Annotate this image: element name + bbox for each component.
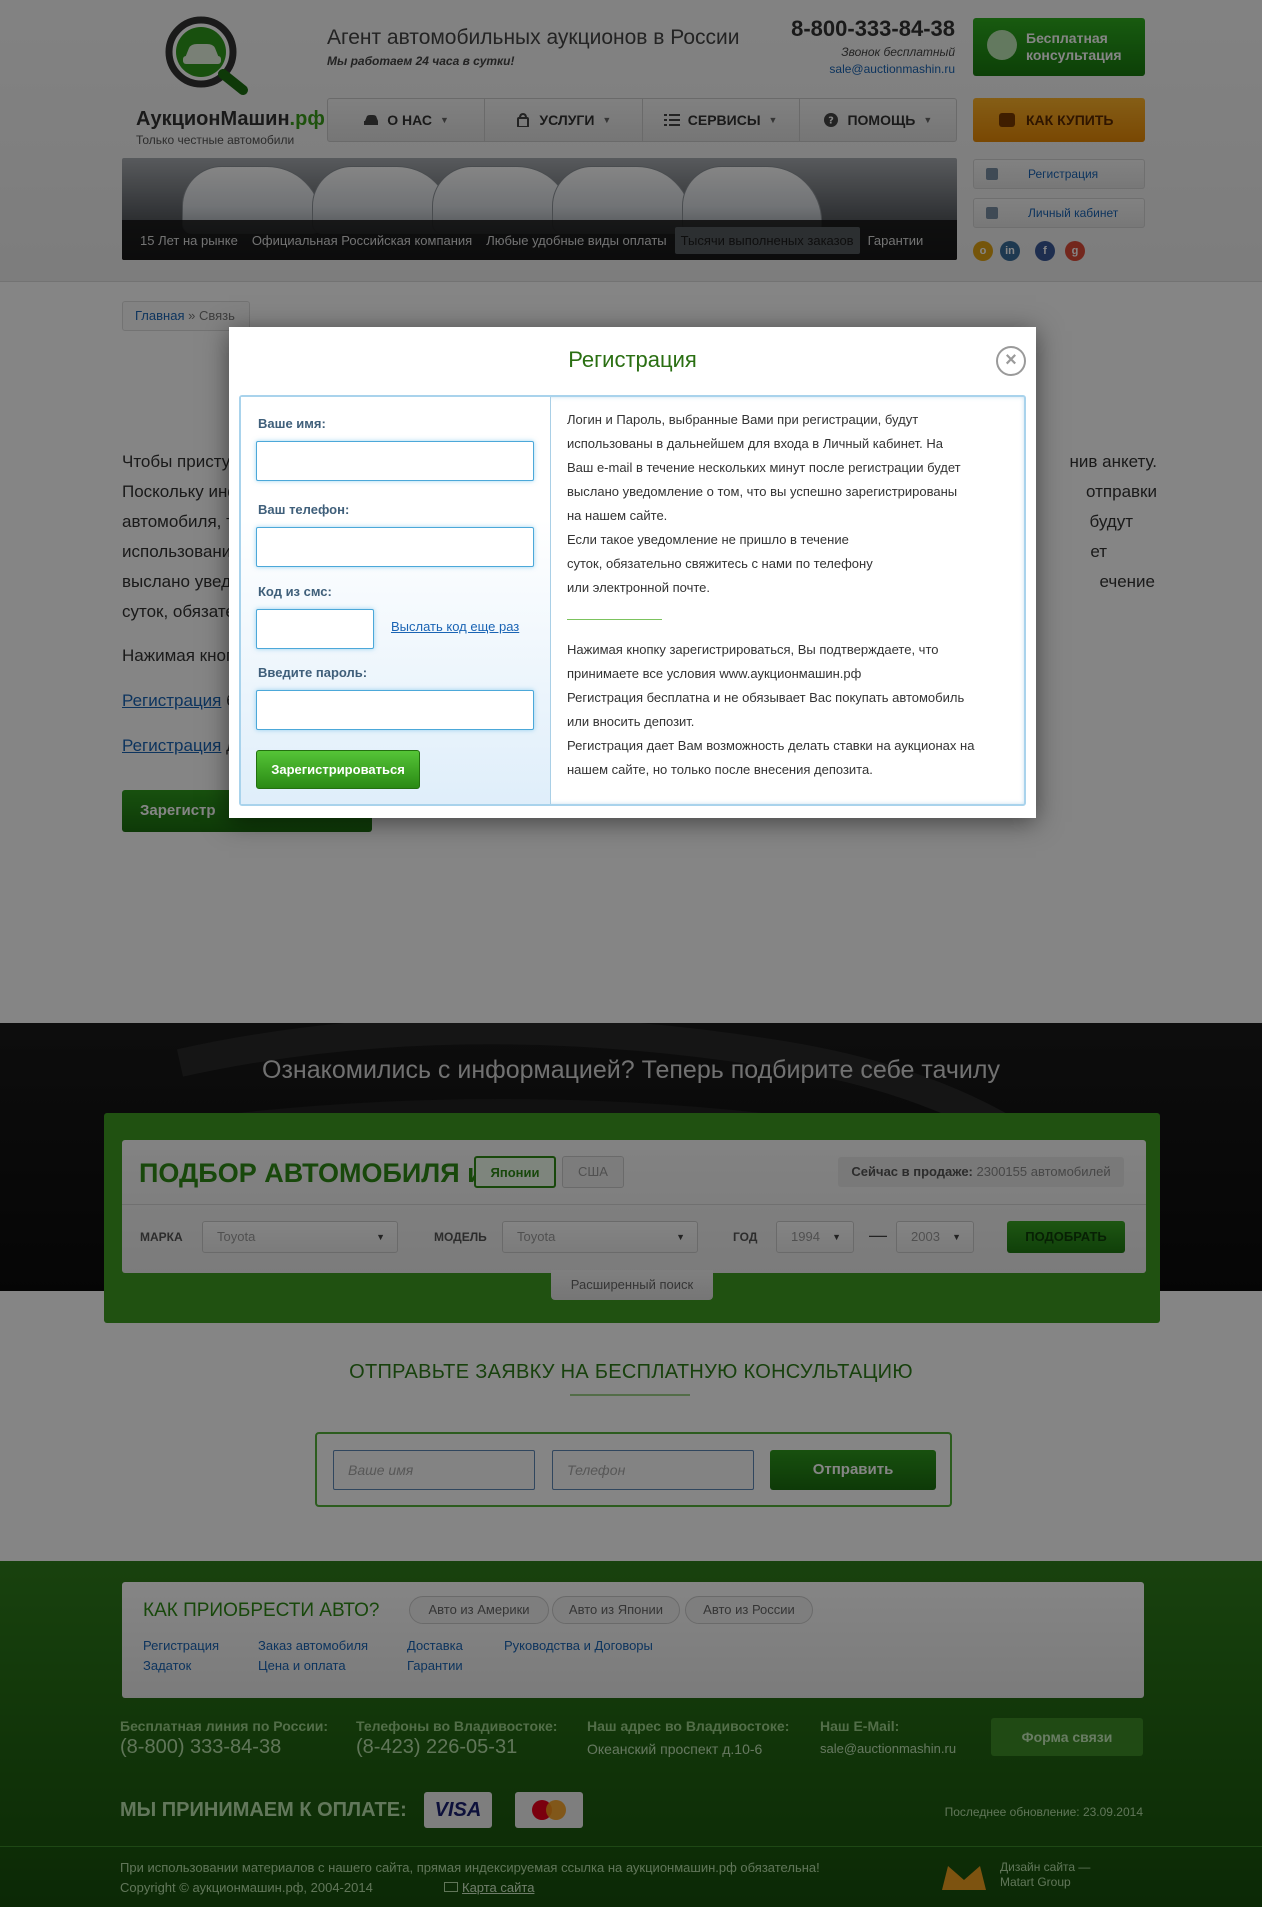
info-line: Если такое уведомление не пришло в течен…: [567, 532, 849, 547]
terms-line: Регистрация дает Вам возможность делать …: [567, 738, 975, 753]
info-line: на нашем сайте.: [567, 508, 668, 523]
modal-title: Регистрация: [568, 347, 697, 372]
name-label: Ваше имя:: [258, 416, 326, 431]
phone-label: Ваш телефон:: [258, 502, 350, 517]
sms-code-label: Код из смс:: [258, 584, 332, 599]
terms-line: Регистрация бесплатна и не обязывает Вас…: [567, 690, 965, 705]
registration-terms: Нажимая кнопку зарегистрироваться, Вы по…: [567, 638, 1007, 782]
registration-info: Логин и Пароль, выбранные Вами при регис…: [567, 408, 1007, 600]
info-line: выслано уведомление о том, что вы успешн…: [567, 484, 958, 499]
name-input[interactable]: [256, 441, 534, 481]
info-line: или электронной почте.: [567, 580, 710, 595]
phone-input[interactable]: [256, 527, 534, 567]
sms-code-input[interactable]: [256, 609, 374, 649]
close-icon[interactable]: ×: [996, 346, 1026, 376]
terms-line: нашем сайте, но только после внесения де…: [567, 762, 873, 777]
register-submit-button[interactable]: Зарегистрироваться: [256, 750, 420, 789]
divider: [567, 619, 662, 620]
terms-line: принимаете все условия www.аукционмашин.…: [567, 666, 862, 681]
password-input[interactable]: [256, 690, 534, 730]
info-line: суток, обязательно свяжитесь с нами по т…: [567, 556, 873, 571]
info-line: использованы в дальнейшем для входа в Ли…: [567, 436, 944, 451]
terms-line: Нажимая кнопку зарегистрироваться, Вы по…: [567, 642, 939, 657]
info-line: Логин и Пароль, выбранные Вами при регис…: [567, 412, 919, 427]
terms-line: или вносить депозит.: [567, 714, 695, 729]
password-label: Введите пароль:: [258, 665, 368, 680]
info-line: Ваш e-mail в течение нескольких минут по…: [567, 460, 961, 475]
registration-modal: Регистрация × Ваше имя: Ваш телефон: Код…: [229, 327, 1036, 818]
modal-overlay[interactable]: [0, 0, 1262, 1907]
resend-code-link[interactable]: Выслать код еще раз: [391, 619, 519, 634]
